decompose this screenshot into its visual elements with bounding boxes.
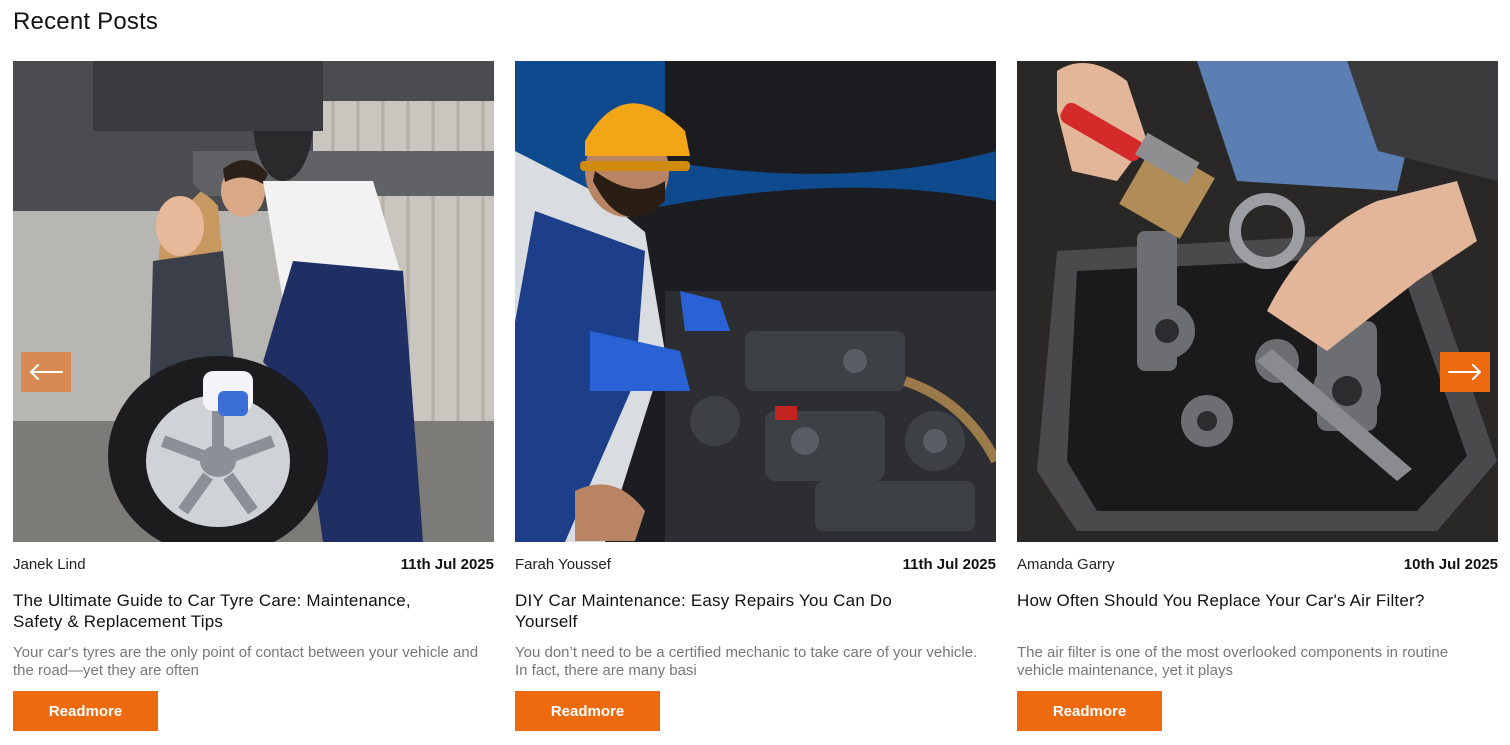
post-card: Farah Youssef 11th Jul 2025 DIY Car Main… [515,61,996,741]
post-excerpt: You don’t need to be a certified mechani… [515,644,978,679]
arrow-right-icon [1448,364,1481,380]
post-title[interactable]: DIY Car Maintenance: Easy Repairs You Ca… [515,590,955,632]
section-title: Recent Posts [13,8,159,35]
post-title[interactable]: The Ultimate Guide to Car Tyre Care: Mai… [13,590,453,632]
arrow-left-icon [30,364,63,380]
readmore-button[interactable]: Readmore [515,691,660,731]
post-image-mechanic-engine-bay[interactable] [515,61,996,542]
post-date: 11th Jul 2025 [400,556,494,573]
readmore-button[interactable]: Readmore [13,691,158,731]
post-excerpt: Your car's tyres are the only point of c… [13,644,479,679]
readmore-button[interactable]: Readmore [1017,691,1162,731]
post-meta: Janek Lind 11th Jul 2025 [13,556,494,576]
carousel-next-button[interactable] [1440,352,1490,392]
post-date: 11th Jul 2025 [902,556,996,573]
post-author: Farah Youssef [515,556,611,573]
post-author: Amanda Garry [1017,556,1115,573]
post-image-mechanics-with-tyre[interactable] [13,61,494,542]
post-title[interactable]: How Often Should You Replace Your Car's … [1017,590,1457,611]
post-card: Janek Lind 11th Jul 2025 The Ultimate Gu… [13,61,494,741]
post-author: Janek Lind [13,556,86,573]
recent-posts-carousel: Janek Lind 11th Jul 2025 The Ultimate Gu… [13,61,1498,741]
post-meta: Farah Youssef 11th Jul 2025 [515,556,996,576]
post-image-engine-block-cleaning[interactable] [1017,61,1498,542]
post-date: 10th Jul 2025 [1403,556,1498,573]
post-excerpt: The air filter is one of the most overlo… [1017,644,1449,679]
carousel-prev-button[interactable] [21,352,71,392]
post-meta: Amanda Garry 10th Jul 2025 [1017,556,1498,576]
post-card: Amanda Garry 10th Jul 2025 How Often Sho… [1017,61,1498,741]
